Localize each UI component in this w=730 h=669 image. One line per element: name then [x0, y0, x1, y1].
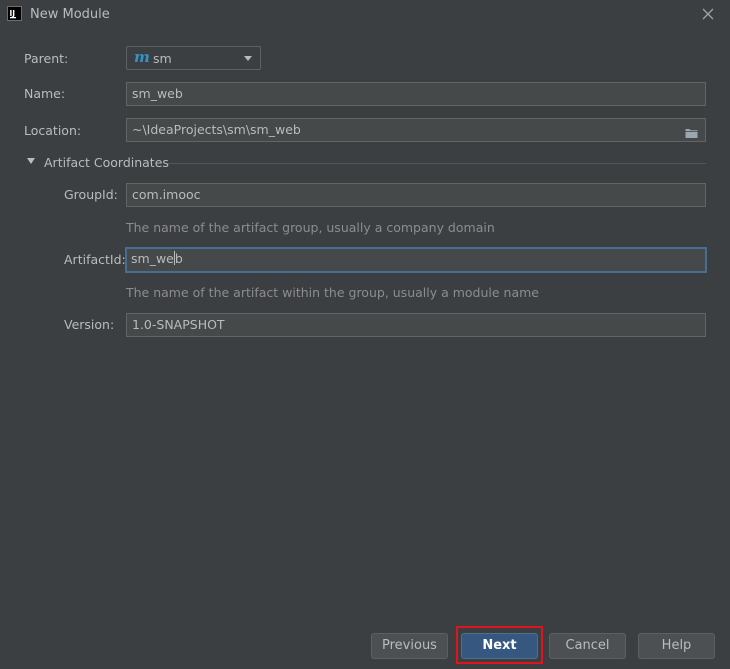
- folder-icon[interactable]: [685, 124, 698, 138]
- version-value: 1.0-SNAPSHOT: [132, 317, 225, 332]
- artifact-coordinates-title[interactable]: Artifact Coordinates: [44, 155, 169, 170]
- name-label: Name:: [24, 86, 66, 101]
- next-button-highlight: [456, 626, 543, 664]
- group-id-field[interactable]: com.imooc: [126, 183, 706, 207]
- new-module-dialog: IJ New Module Parent: m sm Name: sm_web …: [0, 0, 730, 669]
- parent-label: Parent:: [24, 51, 69, 66]
- location-field-value: ~\IdeaProjects\sm\sm_web: [132, 122, 301, 137]
- chevron-down-icon[interactable]: [244, 56, 252, 61]
- title-bar: IJ New Module: [0, 0, 730, 30]
- artifact-id-field[interactable]: sm_web: [125, 247, 707, 273]
- group-id-hint: The name of the artifact group, usually …: [126, 220, 495, 235]
- version-label: Version:: [64, 317, 115, 332]
- intellij-app-icon: IJ: [7, 6, 22, 21]
- section-divider: [168, 163, 706, 164]
- close-icon[interactable]: [700, 6, 716, 22]
- artifact-id-hint: The name of the artifact within the grou…: [126, 285, 539, 300]
- svg-text:IJ: IJ: [10, 9, 16, 18]
- location-field[interactable]: ~\IdeaProjects\sm\sm_web: [126, 118, 706, 142]
- group-id-value: com.imooc: [132, 187, 201, 202]
- location-label: Location:: [24, 123, 82, 138]
- parent-dropdown[interactable]: m sm: [126, 46, 261, 70]
- artifact-id-value-part1: sm_we: [131, 251, 174, 266]
- name-field-value: sm_web: [132, 86, 183, 101]
- group-id-label: GroupId:: [64, 187, 118, 202]
- collapse-triangle-icon[interactable]: [27, 158, 35, 164]
- name-field[interactable]: sm_web: [126, 82, 706, 106]
- help-button[interactable]: Help: [638, 633, 715, 659]
- artifact-id-value-part2: b: [174, 251, 183, 266]
- maven-m-icon: m: [134, 48, 150, 66]
- artifact-id-label: ArtifactId:: [64, 252, 126, 267]
- previous-button[interactable]: Previous: [371, 633, 448, 659]
- version-field[interactable]: 1.0-SNAPSHOT: [126, 313, 706, 337]
- parent-value: sm: [153, 51, 172, 66]
- cancel-button[interactable]: Cancel: [549, 633, 626, 659]
- dialog-title: New Module: [30, 7, 110, 22]
